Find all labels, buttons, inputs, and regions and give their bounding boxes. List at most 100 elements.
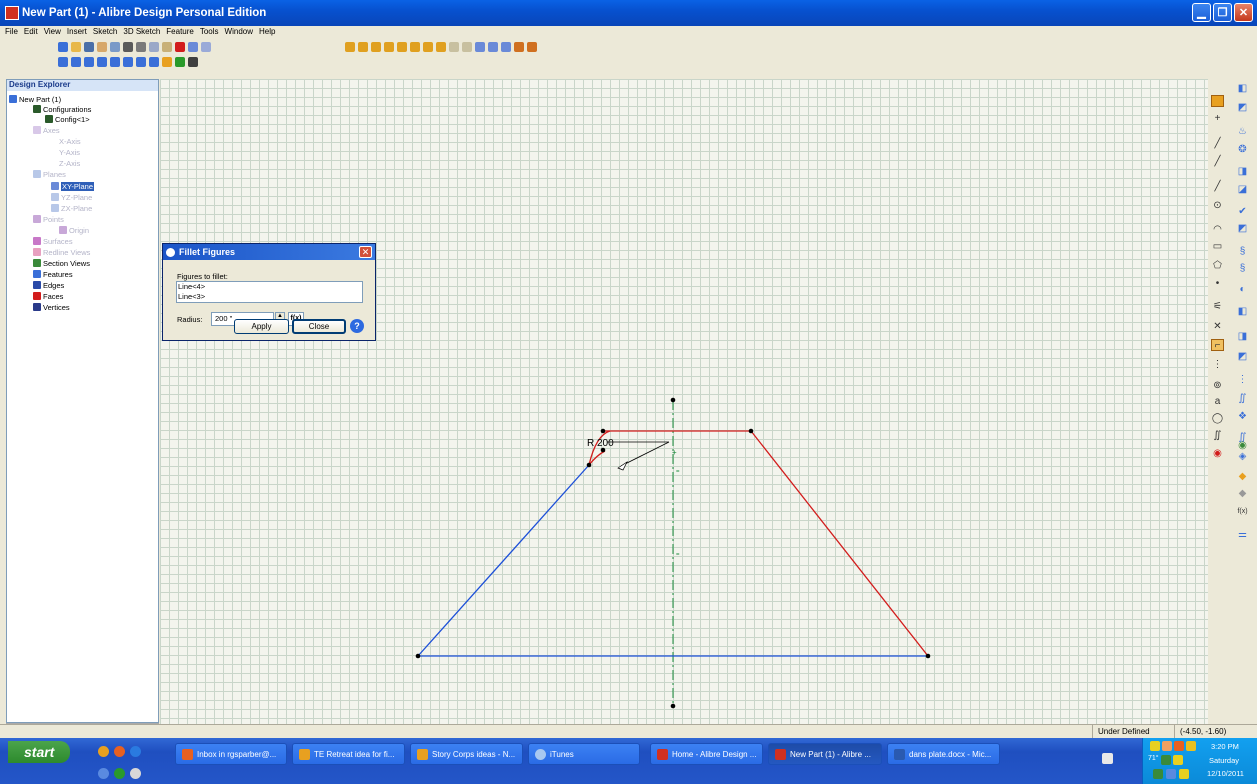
tree-item-section-views[interactable]: Section Views xyxy=(33,258,90,268)
trim-icon[interactable]: ✕ xyxy=(1211,320,1224,332)
tree-item-surfaces[interactable]: Surfaces xyxy=(33,236,73,246)
hole-icon[interactable]: ◐ xyxy=(1236,283,1249,295)
vertex-point[interactable] xyxy=(925,653,931,659)
vertex-point[interactable] xyxy=(748,428,754,434)
zoom-icon[interactable] xyxy=(97,57,107,67)
loft-icon[interactable]: ❂ xyxy=(1236,143,1249,155)
list-item[interactable]: Line<3> xyxy=(178,292,362,302)
quicklaunch-icon[interactable] xyxy=(98,746,109,757)
next-view-icon[interactable] xyxy=(149,57,159,67)
centerline-icon[interactable]: ╱ xyxy=(1211,155,1224,167)
tree-item-axes[interactable]: Axes xyxy=(33,125,60,135)
select-icon[interactable] xyxy=(58,57,68,67)
tray-icon[interactable] xyxy=(1179,769,1189,779)
taskbar-button[interactable]: iTunes xyxy=(528,743,640,765)
chamfer-icon[interactable]: ◩ xyxy=(1236,222,1249,234)
folder-icon[interactable] xyxy=(97,42,107,52)
right-line[interactable] xyxy=(750,430,929,657)
view-front-icon[interactable] xyxy=(345,42,355,52)
print-icon[interactable] xyxy=(123,42,133,52)
line-icon[interactable]: ╱ xyxy=(1211,137,1224,149)
settings-icon[interactable] xyxy=(130,768,141,779)
mirror-icon[interactable]: ⚟ xyxy=(1211,300,1224,312)
view-normal-icon[interactable] xyxy=(436,42,446,52)
start-button[interactable]: start xyxy=(8,741,70,763)
tray-icon[interactable] xyxy=(1173,755,1183,765)
check-icon[interactable] xyxy=(175,57,185,67)
dialog-close-icon[interactable]: ✕ xyxy=(359,246,372,258)
minimize-button[interactable]: ▁ xyxy=(1192,3,1211,22)
section-icon[interactable] xyxy=(501,42,511,52)
desktop-icon[interactable] xyxy=(98,768,109,779)
tree-item-x-axis[interactable]: X-Axis xyxy=(59,136,81,146)
extrude-icon[interactable]: ◧ xyxy=(1236,82,1249,94)
view-left-icon[interactable] xyxy=(371,42,381,52)
revolve-icon[interactable]: ◩ xyxy=(1236,101,1249,113)
restore-button[interactable]: ❐ xyxy=(1213,3,1232,22)
taskbar-button[interactable]: dans plate.docx - Mic... xyxy=(887,743,1000,765)
new-icon[interactable] xyxy=(58,42,68,52)
rectangle-icon[interactable]: ▭ xyxy=(1211,240,1224,252)
line-tool-icon[interactable]: ╱ xyxy=(1211,180,1224,192)
tree-item-features[interactable]: Features xyxy=(33,269,73,279)
tree-item-y-axis[interactable]: Y-Axis xyxy=(59,147,80,157)
ie-icon[interactable] xyxy=(130,746,141,757)
menu-tools[interactable]: Tools xyxy=(200,27,219,36)
text-icon[interactable]: a xyxy=(1211,395,1224,407)
hidden-line-icon[interactable] xyxy=(462,42,472,52)
equation-icon[interactable]: f(x) xyxy=(1234,505,1251,517)
tray-icon[interactable] xyxy=(1174,741,1184,751)
taskbar-button[interactable]: Home - Alibre Design ... xyxy=(650,743,763,765)
vertex-point[interactable] xyxy=(600,428,606,434)
tray-icon[interactable] xyxy=(1153,769,1163,779)
taskbar-button[interactable]: TE Retreat idea for fi... xyxy=(292,743,405,765)
taskbar-button-active[interactable]: New Part (1) - Alibre ... xyxy=(768,743,882,765)
analysis-icon[interactable]: ⚌ xyxy=(1236,528,1249,540)
color-icon[interactable]: ◈ xyxy=(1236,450,1249,462)
taskbar-button[interactable]: Inbox in rgsparber@... xyxy=(175,743,287,765)
menu-file[interactable]: File xyxy=(5,27,18,36)
linear-pattern-icon[interactable]: ⋮ xyxy=(1236,373,1249,385)
tree-item-xy-plane[interactable]: XY-Plane xyxy=(51,181,94,191)
left-line[interactable] xyxy=(417,464,590,657)
view-iso-icon[interactable] xyxy=(423,42,433,52)
project-icon[interactable]: ⊚ xyxy=(1211,379,1224,391)
tools-icon[interactable] xyxy=(514,42,524,52)
mirror-feature-icon[interactable]: ∬ xyxy=(1236,392,1249,404)
dimension-icon[interactable]: ∬ xyxy=(1211,429,1224,441)
zoom-window-icon[interactable] xyxy=(110,57,120,67)
tray-icon[interactable] xyxy=(1162,741,1172,751)
tree-item-yz-plane[interactable]: YZ-Plane xyxy=(51,192,92,202)
menu-edit[interactable]: Edit xyxy=(24,27,38,36)
fillet-radius-dimension[interactable]: R 200 xyxy=(587,438,614,449)
paste-icon[interactable] xyxy=(162,42,172,52)
cut-extrude-icon[interactable]: ◨ xyxy=(1236,165,1249,177)
copy-icon[interactable] xyxy=(149,42,159,52)
menu-view[interactable]: View xyxy=(44,27,61,36)
vertex-point[interactable] xyxy=(670,703,676,709)
sketch-icon[interactable] xyxy=(1211,95,1224,107)
wireframe-icon[interactable] xyxy=(449,42,459,52)
fillet-feature-icon[interactable]: ✔ xyxy=(1236,205,1249,217)
firefox-icon[interactable] xyxy=(114,746,125,757)
figures-list[interactable]: Line<4> Line<3> xyxy=(176,281,363,303)
tree-item-redline-views[interactable]: Redline Views xyxy=(33,247,90,257)
menu-help[interactable]: Help xyxy=(259,27,275,36)
open-icon[interactable] xyxy=(71,42,81,52)
tray-icon[interactable] xyxy=(1166,769,1176,779)
clock-time[interactable]: 3:20 PM xyxy=(1211,742,1239,751)
sheet-metal-icon[interactable]: ❖ xyxy=(1236,410,1249,422)
sketch-canvas[interactable]: + = = R 200 xyxy=(160,79,1208,724)
menu-feature[interactable]: Feature xyxy=(166,27,194,36)
vertex-point[interactable] xyxy=(670,397,676,403)
arc-icon[interactable]: ◠ xyxy=(1211,223,1224,235)
sketch-mode-icon[interactable] xyxy=(162,57,172,67)
draft-icon[interactable]: § xyxy=(1236,262,1249,274)
menu-sketch[interactable]: Sketch xyxy=(93,27,117,36)
apply-button[interactable]: Apply xyxy=(234,319,289,334)
tree-item-part[interactable]: New Part (1) xyxy=(9,94,61,104)
pattern-icon[interactable]: ⋮ xyxy=(1211,358,1224,370)
undo-icon[interactable] xyxy=(188,42,198,52)
close-dialog-button[interactable]: Close xyxy=(292,319,346,334)
tray-icon[interactable] xyxy=(1186,741,1196,751)
